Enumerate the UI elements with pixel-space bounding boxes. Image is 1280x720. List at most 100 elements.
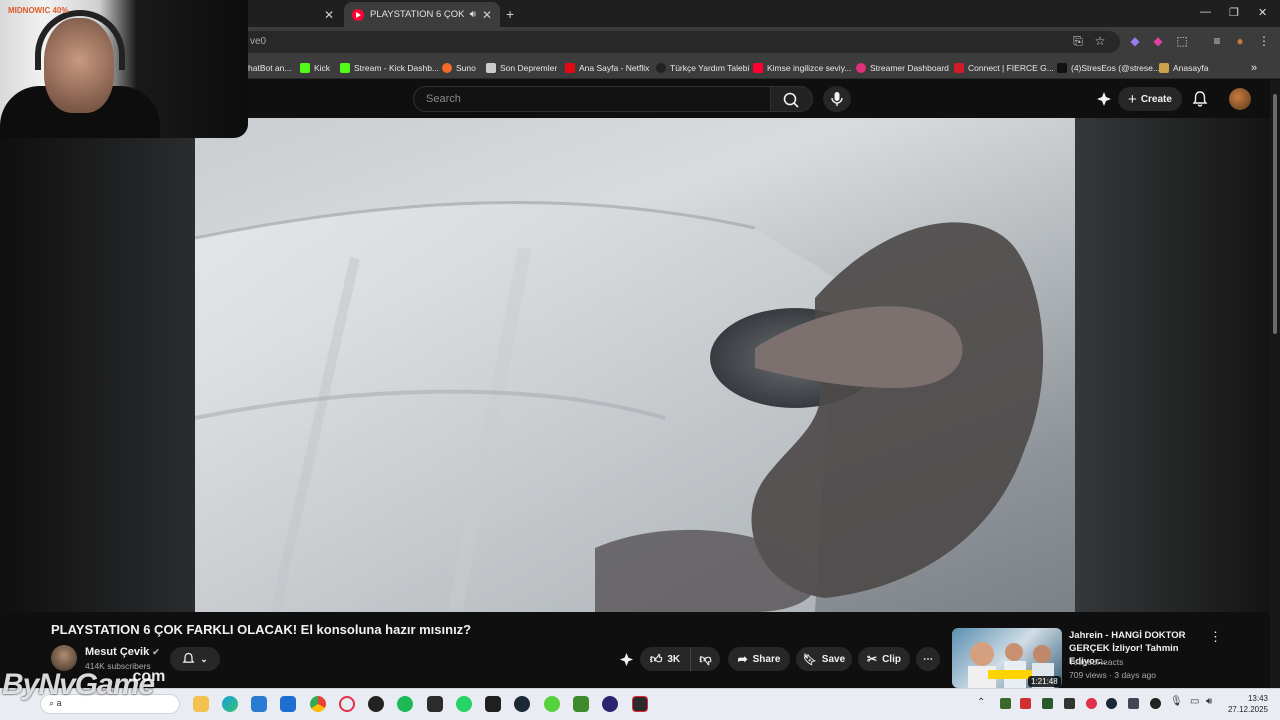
bookmark-item[interactable]: Kimse ingilizce seviy... [753, 61, 851, 75]
tray-icon[interactable] [1128, 698, 1139, 709]
browser-tab-inactive[interactable]: ✕ [248, 2, 342, 27]
bookmark-item[interactable]: (4)StresEos (@strese... [1057, 61, 1160, 75]
netflix-icon [565, 63, 575, 73]
bookmark-item[interactable]: Türkçe Yardım Talebi [656, 61, 749, 75]
search-button[interactable] [771, 86, 813, 112]
new-tab-button[interactable]: + [506, 6, 514, 22]
file-explorer-icon[interactable] [193, 696, 209, 712]
voice-search-button[interactable] [823, 86, 851, 112]
bookmark-item[interactable]: Kick [300, 61, 330, 75]
bookmark-icon: 🔖︎ [802, 653, 817, 666]
profile-avatar-icon[interactable]: ● [1233, 34, 1247, 48]
youtube-favicon-icon [352, 8, 364, 21]
browser-menu-icon[interactable]: ⋮ [1257, 34, 1271, 48]
bookmark-item[interactable]: Son Depremler [486, 61, 557, 75]
opera-icon[interactable] [339, 696, 355, 712]
tray-icon[interactable] [1086, 698, 1097, 709]
volume-icon[interactable]: 🔊︎ [1206, 696, 1212, 707]
chrome-icon[interactable] [310, 696, 326, 712]
browser-tab-active[interactable]: PLAYSTATION 6 ÇOK FARKLI 🔊︎ ✕ [344, 2, 500, 27]
tray-icon[interactable] [1064, 698, 1075, 709]
tray-icon[interactable] [1020, 698, 1031, 709]
outlook-icon[interactable] [280, 696, 296, 712]
tab-title: PLAYSTATION 6 ÇOK FARKLI [370, 9, 464, 20]
tray-icon[interactable] [1042, 698, 1053, 709]
channel-name[interactable]: Mesut Çevik ✔︎ [85, 646, 160, 658]
kick-icon [340, 63, 350, 73]
taskbar-clock[interactable]: 13:43 27.12.2025 [1226, 693, 1268, 715]
close-tab-icon[interactable]: ✕ [324, 8, 334, 22]
close-tab-icon[interactable]: ✕ [482, 8, 492, 22]
recommended-channel[interactable]: TeapodReacts [1069, 657, 1123, 667]
bookmark-star-icon[interactable]: ☆ [1093, 34, 1107, 48]
steam-icon[interactable] [514, 696, 530, 712]
app-icon[interactable] [368, 696, 384, 712]
extensions-puzzle-icon[interactable]: ⬚ [1175, 34, 1189, 48]
search-input[interactable]: Search [413, 86, 771, 112]
tray-icon[interactable] [1106, 698, 1117, 709]
obs-icon[interactable] [602, 696, 618, 712]
spotify-icon[interactable] [397, 696, 413, 712]
more-bookmarks-icon[interactable]: » [1251, 61, 1257, 75]
home-icon [1159, 63, 1169, 73]
bookmark-item[interactable]: Suno [442, 61, 476, 75]
clip-button[interactable]: ✂ Clip [858, 647, 910, 671]
video-player[interactable] [195, 118, 1075, 612]
omnibox-url[interactable]: ve0 [240, 31, 1120, 53]
app-icon[interactable] [544, 696, 560, 712]
tiktok-icon [1057, 63, 1067, 73]
microphone-icon[interactable]: 🎙︎ [1170, 696, 1183, 707]
chevron-down-icon: ⌄ [200, 653, 208, 664]
ask-ai-icon[interactable] [619, 652, 634, 667]
minimize-button[interactable]: — [1200, 6, 1211, 18]
create-button[interactable]: + Create [1118, 87, 1182, 111]
tray-overflow-icon[interactable]: ⌃ [977, 697, 985, 708]
tray-icon[interactable] [1000, 698, 1011, 709]
support-icon [656, 63, 666, 73]
share-button[interactable]: ➦ Share [728, 647, 790, 671]
edge-icon[interactable] [222, 696, 238, 712]
app-icon[interactable] [485, 696, 501, 712]
thumbs-down-icon: 👎︎ [699, 651, 712, 666]
subscribed-bell-button[interactable]: ⌄ [170, 647, 220, 671]
account-avatar[interactable] [1229, 88, 1251, 110]
extension-icon[interactable]: ◆ [1151, 34, 1165, 48]
recommended-menu-icon[interactable]: ⋮ [1209, 629, 1222, 645]
nvidia-icon[interactable] [427, 696, 443, 712]
youtube-icon [753, 63, 763, 73]
like-button[interactable]: 👍︎ 3K [640, 647, 690, 671]
microphone-icon [831, 92, 843, 106]
bookmark-item[interactable]: Streamer Dashboard [856, 61, 949, 75]
search-icon [783, 92, 799, 108]
ai-sparkle-icon[interactable] [1096, 91, 1112, 107]
minecraft-icon[interactable] [573, 696, 589, 712]
install-app-icon[interactable]: ⎘ [1071, 34, 1085, 48]
notifications-bell-icon[interactable] [1192, 90, 1208, 108]
scrollbar-thumb[interactable] [1273, 94, 1277, 334]
tab-audio-icon[interactable]: 🔊︎ [470, 9, 476, 20]
close-window-button[interactable]: ✕ [1258, 6, 1267, 19]
ambient-glow-right [1075, 118, 1270, 612]
maximize-button[interactable]: ❐ [1229, 6, 1239, 19]
tray-icon[interactable] [1150, 698, 1161, 709]
media-controls-icon[interactable]: ≡ [1210, 34, 1224, 48]
bookmark-item[interactable]: Ana Sayfa - Netflix [565, 61, 649, 75]
bookmark-item[interactable]: Anasayfa [1159, 61, 1208, 75]
extension-twitch-icon[interactable]: ◆ [1128, 34, 1142, 48]
bookmark-item[interactable]: hatBot an... [248, 61, 291, 75]
network-icon[interactable]: ▭ [1190, 696, 1199, 707]
webcam-tag: MIDNOWIC 40% [8, 6, 69, 15]
suno-icon [442, 63, 452, 73]
ambient-glow-left [0, 118, 195, 612]
bookmark-item[interactable]: Connect | FIERCE G... [954, 61, 1054, 75]
store-icon[interactable] [251, 696, 267, 712]
save-button[interactable]: 🔖︎ Save [796, 647, 852, 671]
whatsapp-icon[interactable] [456, 696, 472, 712]
page-scrollbar[interactable] [1270, 80, 1280, 688]
more-horizontal-icon: ⋯ [923, 653, 933, 665]
dislike-button[interactable]: 👎︎ [690, 647, 720, 671]
epic-games-icon[interactable] [632, 696, 648, 712]
more-actions-button[interactable]: ⋯ [916, 647, 940, 671]
bookmark-item[interactable]: Stream - Kick Dashb... [340, 61, 439, 75]
scissors-icon: ✂ [867, 652, 878, 666]
